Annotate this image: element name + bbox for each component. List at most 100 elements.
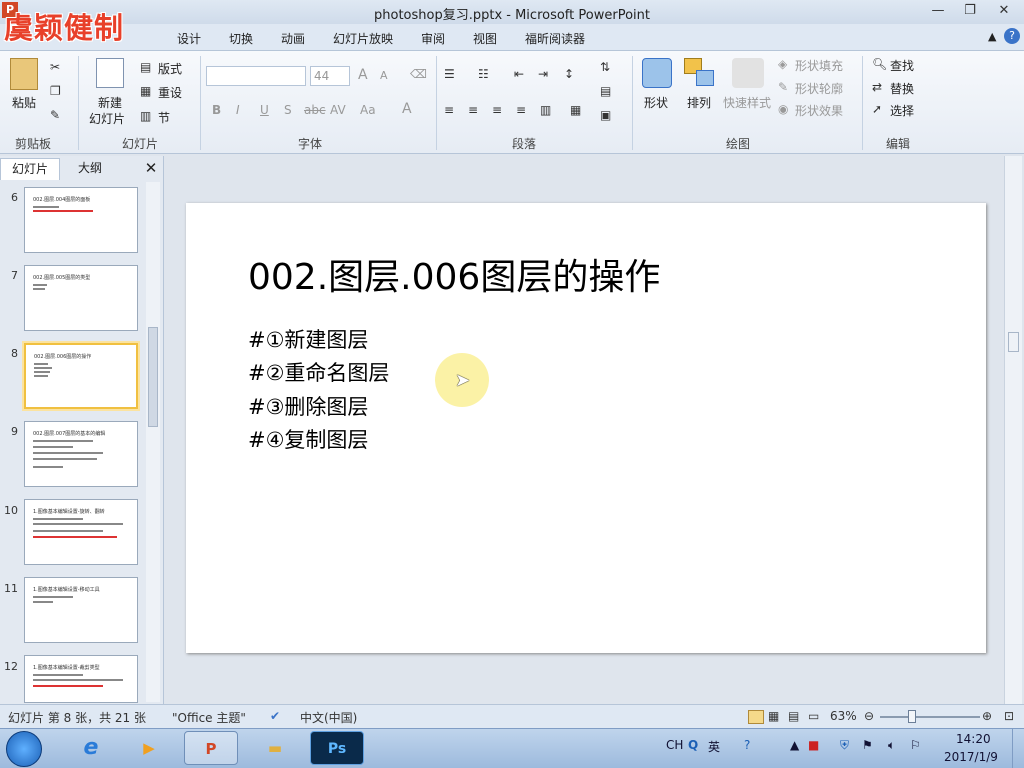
file-explorer-icon[interactable]: ▬	[248, 731, 302, 765]
clock-time[interactable]: 14:20	[956, 732, 991, 746]
columns-icon[interactable]: ▦	[570, 103, 581, 117]
security-tray-icon[interactable]: ■	[808, 738, 819, 752]
tab-design[interactable]: 设计	[177, 30, 201, 47]
cut-icon[interactable]: ✂	[50, 60, 60, 74]
zoom-slider[interactable]	[880, 716, 980, 718]
slide-scrollbar[interactable]	[1004, 156, 1022, 704]
reading-view-icon[interactable]: ▤	[788, 709, 799, 723]
find-icon[interactable]: 🔍︎	[872, 57, 887, 71]
change-case-icon[interactable]: Aa	[360, 103, 376, 117]
flag-icon[interactable]: ⚐	[910, 738, 921, 752]
slide-bullet[interactable]: #③删除图层	[248, 391, 368, 421]
numbering-icon[interactable]: ☷	[478, 67, 489, 81]
italic-icon[interactable]: I	[236, 103, 240, 117]
section-icon[interactable]: ▥	[140, 109, 151, 123]
minimize-button[interactable]: —	[924, 2, 952, 20]
start-button-icon[interactable]	[6, 731, 42, 767]
quick-styles-button[interactable]: 快速样式	[723, 94, 771, 111]
internet-explorer-icon[interactable]: e	[64, 731, 118, 765]
tab-foxit-reader[interactable]: 福昕阅读器	[525, 30, 585, 47]
shape-effects-icon[interactable]: ◉	[778, 102, 788, 116]
align-right-icon[interactable]: ≡	[492, 103, 502, 117]
slide-bullet[interactable]: #④复制图层	[248, 424, 368, 454]
show-desktop-button[interactable]	[1012, 729, 1024, 768]
slide-thumbnail[interactable]: 002.图层.007图层的基本的编辑	[24, 421, 138, 487]
shape-outline-button[interactable]: 形状轮廓	[795, 80, 843, 97]
section-button[interactable]: 节	[158, 109, 170, 126]
smartart-icon[interactable]: ▣	[600, 108, 611, 122]
zoom-level[interactable]: 63%	[830, 709, 857, 723]
bold-icon[interactable]: B	[212, 103, 221, 117]
ime-indicator[interactable]: CH	[666, 738, 683, 752]
grow-font-icon[interactable]: A	[358, 67, 368, 83]
media-player-icon[interactable]: ▶	[122, 731, 176, 765]
select-button[interactable]: 选择	[890, 102, 914, 119]
shape-fill-button[interactable]: 形状填充	[795, 57, 843, 74]
tab-animations[interactable]: 动画	[281, 30, 305, 47]
shape-outline-icon[interactable]: ✎	[778, 80, 788, 94]
underline-icon[interactable]: U	[260, 103, 269, 117]
close-panel-icon[interactable]: ✕	[142, 158, 160, 178]
select-icon[interactable]: ➚	[872, 102, 882, 116]
normal-view-icon[interactable]	[748, 710, 764, 724]
show-hidden-icons-icon[interactable]: ▲	[790, 738, 799, 752]
language-indicator[interactable]: 中文(中国)	[300, 709, 357, 726]
zoom-in-icon[interactable]: ⊕	[982, 709, 992, 723]
align-left-icon[interactable]: ≡	[444, 103, 454, 117]
quick-styles-icon[interactable]	[732, 58, 764, 88]
shapes-button[interactable]: 形状	[644, 94, 668, 111]
scrollbar-thumb[interactable]	[1008, 332, 1019, 352]
arrange-icon[interactable]	[684, 58, 714, 88]
strikethrough-icon[interactable]: abc	[304, 103, 326, 117]
text-shadow-icon[interactable]: S	[284, 103, 292, 117]
scrollbar-thumb[interactable]	[148, 327, 158, 427]
new-slide-icon[interactable]	[96, 58, 124, 88]
line-spacing-icon[interactable]: ↕	[564, 67, 574, 81]
ime-language[interactable]: 英	[708, 738, 720, 755]
slide-thumbnail[interactable]: 1.图像基本编辑设置-移动工具	[24, 577, 138, 643]
arrange-button[interactable]: 排列	[687, 94, 711, 111]
replace-icon[interactable]: ⇄	[872, 80, 882, 94]
slide-thumbnail[interactable]: 002.图层.005图层的类型	[24, 265, 138, 331]
find-button[interactable]: 查找	[890, 57, 914, 74]
new-slide-label-2[interactable]: 幻灯片	[89, 110, 125, 127]
slide-bullet[interactable]: #②重命名图层	[248, 357, 389, 387]
increase-indent-icon[interactable]: ⇥	[538, 67, 548, 81]
slide-thumbnail[interactable]: 1.图像基本编辑设置-裁剪类型	[24, 655, 138, 703]
slide-thumbnail-selected[interactable]: 002.图层.006图层的操作	[24, 343, 138, 409]
spellcheck-icon[interactable]: ✔	[270, 709, 280, 723]
shrink-font-icon[interactable]: A	[380, 69, 388, 82]
network-icon[interactable]: ⚑	[862, 738, 873, 752]
fit-to-window-icon[interactable]: ⊡	[1004, 709, 1014, 723]
tab-slideshow[interactable]: 幻灯片放映	[333, 30, 393, 47]
align-text-icon[interactable]: ▤	[600, 84, 611, 98]
ime-search-icon[interactable]: Q	[688, 738, 698, 752]
new-slide-label-1[interactable]: 新建	[98, 94, 122, 111]
justify-icon[interactable]: ≡	[516, 103, 526, 117]
slide-thumbnail[interactable]: 002.图层.004图层的面板	[24, 187, 138, 253]
slide-sorter-icon[interactable]: ▦	[768, 709, 779, 723]
clock-date[interactable]: 2017/1/9	[944, 750, 998, 764]
text-direction-icon[interactable]: ⇅	[600, 60, 610, 74]
tab-outline[interactable]: 大纲	[62, 158, 118, 180]
clear-format-icon[interactable]: ⌫	[410, 67, 427, 81]
maximize-button[interactable]: ❐	[956, 2, 984, 20]
close-window-button[interactable]: ✕	[990, 2, 1018, 20]
volume-icon[interactable]: 🔈︎	[888, 738, 895, 753]
powerpoint-taskbar-icon[interactable]: P	[184, 731, 238, 765]
photoshop-taskbar-icon[interactable]: Ps	[310, 731, 364, 765]
format-painter-icon[interactable]: ✎	[50, 108, 60, 122]
tab-slides[interactable]: 幻灯片	[0, 158, 60, 180]
copy-icon[interactable]: ❐	[50, 84, 61, 98]
slide-title[interactable]: 002.图层.006图层的操作	[248, 248, 660, 300]
slides-panel-scrollbar[interactable]	[146, 182, 160, 702]
font-size-combo[interactable]: 44	[310, 66, 350, 86]
layout-icon[interactable]: ▤	[140, 60, 151, 74]
help-icon[interactable]: ?	[1004, 28, 1020, 44]
font-name-combo[interactable]	[206, 66, 306, 86]
slide-canvas[interactable]: 002.图层.006图层的操作 #①新建图层 #②重命名图层 #③删除图层 #④…	[186, 203, 986, 653]
slide-bullet[interactable]: #①新建图层	[248, 324, 368, 354]
char-spacing-icon[interactable]: AV	[330, 103, 346, 117]
font-color-icon[interactable]: A	[402, 101, 412, 117]
distributed-icon[interactable]: ▥	[540, 103, 551, 117]
